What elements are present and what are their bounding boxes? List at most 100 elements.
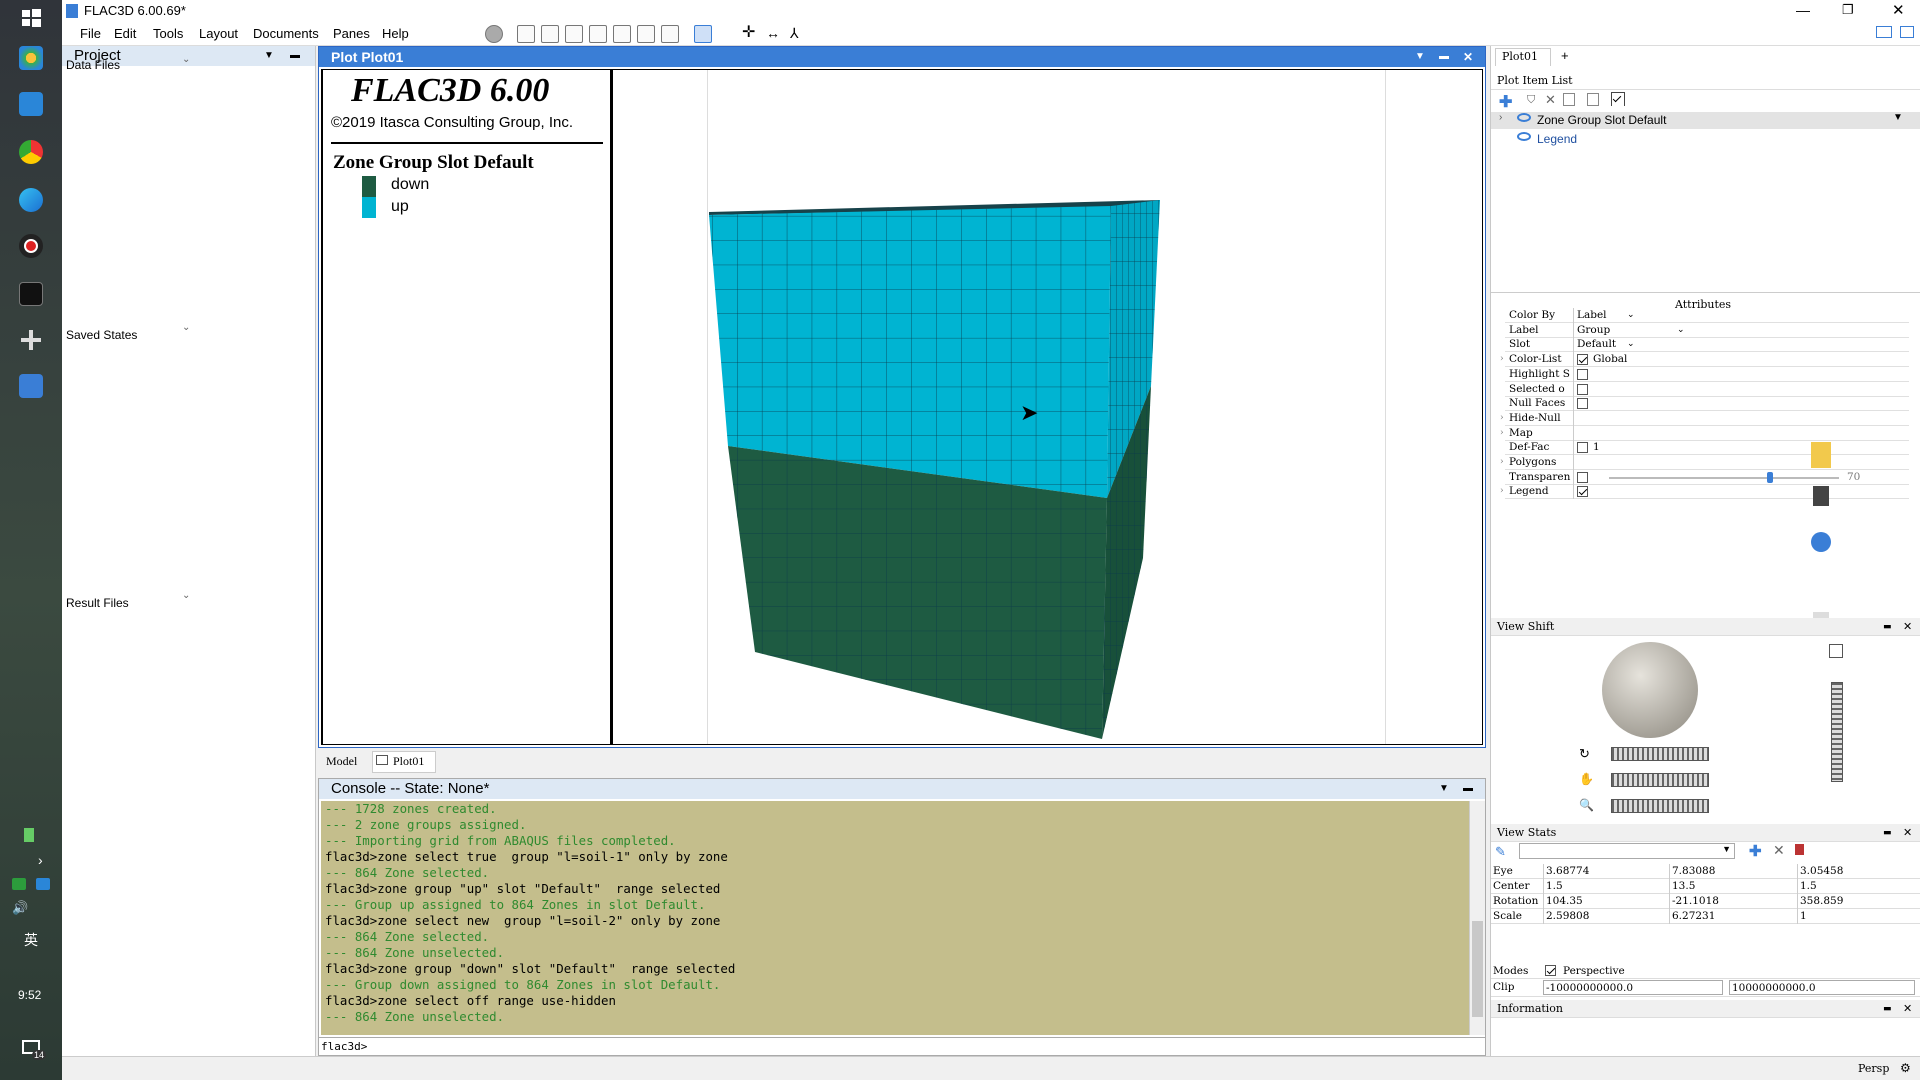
pane-minimize-icon[interactable]: ▬	[1883, 824, 1892, 842]
menu-help[interactable]: Help	[382, 26, 409, 41]
attribute-row[interactable]: Transparen 70	[1505, 469, 1909, 485]
chevron-down-icon[interactable]: ▼	[1439, 779, 1449, 799]
attribute-checkbox[interactable]	[1577, 354, 1588, 366]
qq-icon[interactable]	[36, 878, 50, 890]
menu-panes[interactable]: Panes	[333, 26, 370, 41]
clip-max-input[interactable]: 10000000000.0	[1729, 980, 1915, 995]
chevron-down-icon[interactable]: ▼	[1415, 47, 1425, 67]
pan-icon[interactable]: ✋	[1579, 772, 1594, 786]
edge-icon[interactable]	[19, 188, 43, 212]
folder-icon[interactable]	[1811, 442, 1831, 468]
layout-4-button[interactable]	[589, 25, 607, 43]
pane-minimize-icon[interactable]: ▬	[290, 46, 300, 66]
attribute-row[interactable]: Slot Default ⌄	[1505, 337, 1909, 353]
attribute-row[interactable]: Label Group ⌄	[1505, 322, 1909, 338]
rotate-icon[interactable]: ↻	[1579, 746, 1590, 762]
attribute-row[interactable]: Selected o	[1505, 381, 1909, 397]
eye-icon[interactable]	[1517, 113, 1531, 122]
result-files-section[interactable]: Result Files	[66, 596, 129, 610]
attribute-value[interactable]: Group	[1577, 323, 1610, 338]
delete-view-icon[interactable]: ✕	[1773, 842, 1785, 859]
attribute-checkbox[interactable]	[1577, 398, 1588, 410]
print-button[interactable]	[613, 25, 631, 43]
attribute-checkbox[interactable]	[1577, 383, 1588, 395]
add-tab-icon[interactable]: +	[1561, 48, 1569, 63]
pane-minimize-icon[interactable]: ▬	[1883, 618, 1892, 636]
attribute-checkbox[interactable]	[1577, 368, 1588, 380]
attribute-row[interactable]: › Legend	[1500, 484, 1909, 500]
check-button[interactable]	[661, 25, 679, 43]
chevron-down-icon[interactable]: ⌄	[1627, 337, 1635, 352]
chevron-right-icon[interactable]: ›	[38, 852, 43, 868]
app-icon[interactable]	[1811, 532, 1831, 552]
attribute-row[interactable]: Color By Label ⌄	[1505, 308, 1909, 323]
attribute-checkbox[interactable]	[1577, 486, 1588, 498]
chevron-right-icon[interactable]: ›	[1500, 455, 1504, 470]
record-icon[interactable]	[19, 234, 43, 258]
plot-item-zone-group[interactable]: Zone Group Slot Default	[1537, 113, 1666, 127]
app-icon[interactable]	[19, 92, 43, 116]
rotate-slider[interactable]	[1611, 747, 1709, 761]
copy-icon[interactable]	[1563, 93, 1575, 106]
chrome-icon[interactable]	[19, 140, 43, 164]
close-icon[interactable]: ✕	[1903, 824, 1912, 842]
attribute-row[interactable]: Highlight S	[1505, 366, 1909, 382]
slider-thumb[interactable]	[1767, 471, 1773, 483]
attribute-value[interactable]: Label	[1577, 308, 1607, 323]
pane-minimize-icon[interactable]: ▬	[1883, 1000, 1892, 1018]
data-files-section[interactable]: Data Files	[66, 58, 120, 72]
pane-minimize-icon[interactable]: ▬	[1439, 47, 1449, 67]
view-stat-value[interactable]: 6.27231	[1669, 909, 1793, 924]
console-input[interactable]: flac3d>	[319, 1037, 1485, 1055]
menu-layout[interactable]: Layout	[199, 26, 238, 41]
saved-states-section[interactable]: Saved States	[66, 328, 137, 342]
axes-tool-icon[interactable]: ⅄	[790, 25, 808, 43]
check-icon[interactable]	[1611, 92, 1625, 106]
zoom-slider[interactable]	[1611, 799, 1709, 813]
pane-layout-2-icon[interactable]	[1900, 26, 1914, 38]
eye-icon[interactable]	[1517, 132, 1531, 141]
minimize-icon[interactable]: —	[1796, 2, 1810, 18]
tab-plot01-right[interactable]: Plot01	[1495, 48, 1551, 66]
settings-icon[interactable]: ⚙	[1900, 1061, 1911, 1075]
tab-model[interactable]: Model	[326, 754, 357, 769]
view-stat-value[interactable]: -21.1018	[1669, 894, 1793, 909]
chevron-right-icon[interactable]: ›	[1500, 426, 1504, 441]
add-view-icon[interactable]: ✚	[1749, 842, 1762, 860]
attribute-row[interactable]: › Polygons	[1500, 455, 1909, 470]
attribute-checkbox[interactable]	[1577, 442, 1588, 454]
add-item-icon[interactable]: ✚	[1499, 92, 1512, 112]
view-stat-value[interactable]: 1	[1797, 909, 1920, 924]
attribute-row[interactable]: Def-Fac 1	[1505, 440, 1909, 456]
view-stat-value[interactable]: 358.859	[1797, 894, 1920, 909]
view-preset-select[interactable]: ▼	[1519, 843, 1735, 859]
attribute-value[interactable]: Default	[1577, 337, 1616, 352]
filter-icon[interactable]: ⛉	[1527, 94, 1535, 107]
plot-item-legend[interactable]: Legend	[1537, 132, 1577, 146]
record-button[interactable]	[485, 25, 503, 43]
windows-start-icon[interactable]	[19, 6, 43, 30]
measure-tool-icon[interactable]: ↔	[766, 25, 784, 43]
close-icon[interactable]: ✕	[1903, 1000, 1912, 1018]
menu-tools[interactable]: Tools	[153, 26, 183, 41]
chevron-down-icon[interactable]: ▼	[264, 46, 274, 66]
view-stat-value[interactable]: 104.35	[1543, 894, 1667, 909]
view-stat-value[interactable]: 2.59808	[1543, 909, 1667, 924]
lock-icon[interactable]	[1795, 844, 1804, 855]
layout-2-button[interactable]	[541, 25, 559, 43]
export-button[interactable]	[637, 25, 655, 43]
tool-icon[interactable]	[19, 328, 43, 352]
menu-edit[interactable]: Edit	[114, 26, 136, 41]
rotation-trackball[interactable]	[1602, 642, 1698, 738]
clock[interactable]: 9:52	[18, 988, 41, 1002]
chevron-right-icon[interactable]: ›	[1500, 352, 1504, 367]
ime-indicator[interactable]: 英	[24, 930, 38, 950]
layout-1-button[interactable]	[517, 25, 535, 43]
view-stat-value[interactable]: 3.05458	[1797, 864, 1920, 879]
select-tool-button[interactable]	[694, 25, 712, 43]
console-scrollbar[interactable]	[1469, 801, 1485, 1035]
attribute-value[interactable]: Global	[1593, 352, 1627, 367]
view-stat-value[interactable]: 3.68774	[1543, 864, 1667, 879]
vertical-slider[interactable]	[1831, 682, 1843, 782]
menu-documents[interactable]: Documents	[253, 26, 319, 41]
